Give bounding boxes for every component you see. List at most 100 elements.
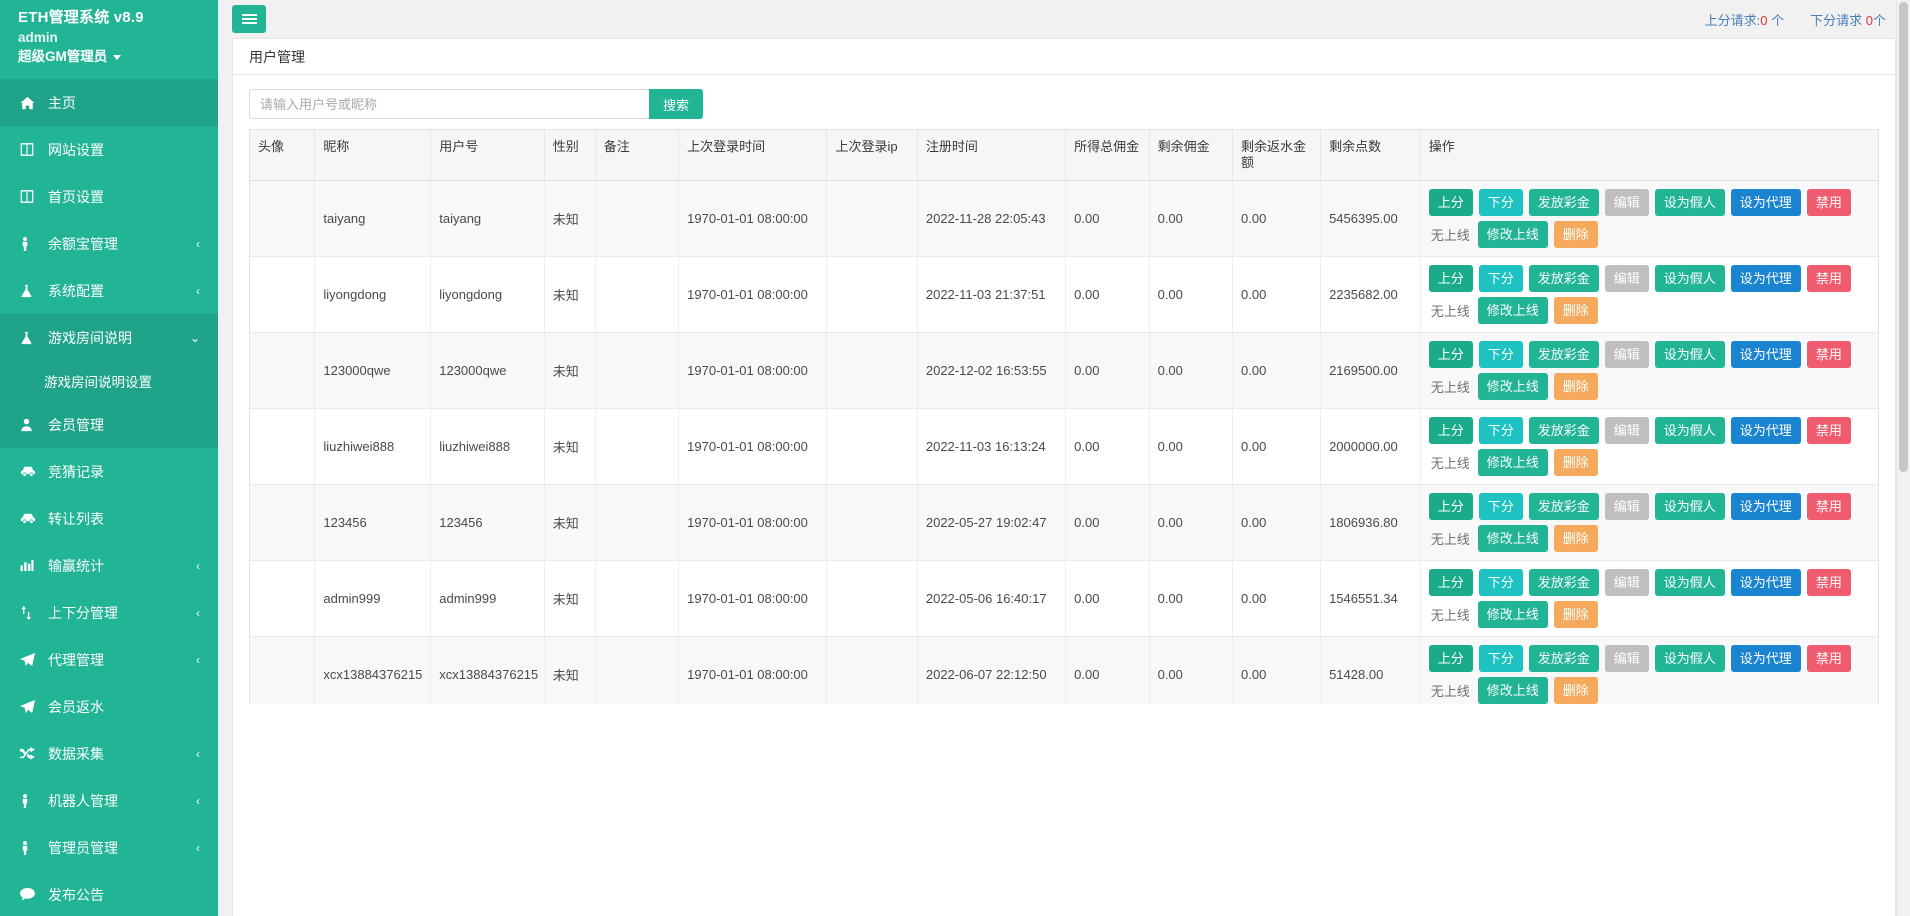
- action-button-5[interactable]: 设为代理: [1730, 341, 1801, 368]
- action-button-5[interactable]: 设为代理: [1730, 569, 1801, 596]
- action-button-0[interactable]: 上分: [1428, 265, 1473, 292]
- sidebar-item-site-settings[interactable]: 网站设置: [0, 126, 218, 173]
- action-button-0[interactable]: 上分: [1428, 493, 1473, 520]
- action-button-8[interactable]: 修改上线: [1477, 373, 1548, 400]
- action-button-8[interactable]: 修改上线: [1477, 221, 1548, 248]
- action-button-8[interactable]: 修改上线: [1477, 677, 1548, 704]
- sidebar-subitem-game-room-desc-settings[interactable]: 游戏房间说明设置: [0, 361, 218, 401]
- action-button-9[interactable]: 删除: [1553, 677, 1598, 704]
- cell-userid: 123000qwe: [430, 332, 545, 409]
- action-button-1[interactable]: 下分: [1478, 265, 1523, 292]
- sidebar-item-homepage-settings[interactable]: 首页设置: [0, 173, 218, 220]
- action-button-2[interactable]: 发放彩金: [1528, 189, 1599, 216]
- action-button-0[interactable]: 上分: [1428, 569, 1473, 596]
- sidebar-item-member-management[interactable]: 会员管理: [0, 401, 218, 448]
- action-button-2[interactable]: 发放彩金: [1528, 341, 1599, 368]
- action-button-2[interactable]: 发放彩金: [1528, 645, 1599, 672]
- action-button-4[interactable]: 设为假人: [1654, 265, 1725, 292]
- sidebar-item-game-room-desc[interactable]: 游戏房间说明 ⌄: [0, 314, 218, 361]
- action-button-5[interactable]: 设为代理: [1730, 265, 1801, 292]
- action-button-1[interactable]: 下分: [1478, 645, 1523, 672]
- action-button-1[interactable]: 下分: [1478, 569, 1523, 596]
- sidebar-item-agent-management[interactable]: 代理管理 ‹: [0, 636, 218, 683]
- cell-avatar: [250, 408, 316, 485]
- app-title: ETH管理系统 v8.9: [18, 9, 144, 26]
- action-button-8[interactable]: 修改上线: [1477, 449, 1548, 476]
- action-button-6[interactable]: 禁用: [1806, 417, 1851, 444]
- action-button-6[interactable]: 禁用: [1806, 493, 1851, 520]
- page-scrollbar[interactable]: [1896, 0, 1910, 916]
- table-row: taiyang taiyang 未知 1970-01-01 08:00:00 2022-…: [250, 180, 1878, 257]
- sidebar-item-admin-management[interactable]: 管理员管理 ‹: [0, 824, 218, 871]
- cell-remain-rebate: 0.00: [1232, 484, 1322, 561]
- action-button-4[interactable]: 设为假人: [1654, 569, 1725, 596]
- action-button-5[interactable]: 设为代理: [1730, 493, 1801, 520]
- menu-icon[interactable]: [232, 5, 266, 33]
- action-button-3[interactable]: 编辑: [1604, 645, 1649, 672]
- action-button-1[interactable]: 下分: [1478, 341, 1523, 368]
- action-button-3[interactable]: 编辑: [1604, 493, 1649, 520]
- sidebar-item-transfer-list[interactable]: 转让列表: [0, 495, 218, 542]
- action-button-4[interactable]: 设为假人: [1654, 189, 1725, 216]
- search-button[interactable]: 搜索: [649, 89, 704, 119]
- action-button-1[interactable]: 下分: [1478, 189, 1523, 216]
- action-button-0[interactable]: 上分: [1428, 645, 1473, 672]
- action-button-6[interactable]: 禁用: [1806, 189, 1851, 216]
- action-button-6[interactable]: 禁用: [1806, 569, 1851, 596]
- cell-last-login-time: 1970-01-01 08:00:00: [678, 560, 828, 637]
- action-button-2[interactable]: 发放彩金: [1528, 569, 1599, 596]
- cell-total-commission: 0.00: [1065, 560, 1150, 637]
- down-request-link[interactable]: 下分请求 0个: [1810, 10, 1886, 29]
- action-button-4[interactable]: 设为假人: [1654, 417, 1725, 444]
- action-button-5[interactable]: 设为代理: [1730, 645, 1801, 672]
- action-button-3[interactable]: 编辑: [1604, 417, 1649, 444]
- action-button-8[interactable]: 修改上线: [1477, 297, 1548, 324]
- action-button-3[interactable]: 编辑: [1604, 265, 1649, 292]
- sidebar-item-points-management[interactable]: 上下分管理 ‹: [0, 589, 218, 636]
- action-button-2[interactable]: 发放彩金: [1528, 265, 1599, 292]
- action-button-1[interactable]: 下分: [1478, 493, 1523, 520]
- action-button-6[interactable]: 禁用: [1806, 341, 1851, 368]
- action-button-9[interactable]: 删除: [1553, 297, 1598, 324]
- table-body: taiyang taiyang 未知 1970-01-01 08:00:00 2022-…: [250, 180, 1878, 704]
- action-button-1[interactable]: 下分: [1478, 417, 1523, 444]
- sidebar-item-label: 数据采集: [48, 745, 104, 762]
- action-button-3[interactable]: 编辑: [1604, 189, 1649, 216]
- action-button-9[interactable]: 删除: [1553, 601, 1598, 628]
- action-button-5[interactable]: 设为代理: [1730, 417, 1801, 444]
- chevron-left-icon: ‹: [196, 746, 200, 761]
- sidebar-item-robot-management[interactable]: 机器人管理 ‹: [0, 777, 218, 824]
- action-button-2[interactable]: 发放彩金: [1528, 493, 1599, 520]
- action-button-6[interactable]: 禁用: [1806, 265, 1851, 292]
- action-button-9[interactable]: 删除: [1553, 449, 1598, 476]
- action-button-2[interactable]: 发放彩金: [1528, 417, 1599, 444]
- sidebar-item-member-rebate[interactable]: 会员返水: [0, 683, 218, 730]
- scrollbar-thumb[interactable]: [1899, 2, 1908, 472]
- sidebar-item-home[interactable]: 主页: [0, 79, 218, 126]
- action-button-9[interactable]: 删除: [1553, 525, 1598, 552]
- search-input[interactable]: [249, 89, 649, 119]
- action-button-4[interactable]: 设为假人: [1654, 493, 1725, 520]
- action-button-0[interactable]: 上分: [1428, 417, 1473, 444]
- sidebar-item-yuebao[interactable]: 余额宝管理 ‹: [0, 220, 218, 267]
- action-button-3[interactable]: 编辑: [1604, 341, 1649, 368]
- action-button-4[interactable]: 设为假人: [1654, 341, 1725, 368]
- sidebar-item-guess-records[interactable]: 竞猜记录: [0, 448, 218, 495]
- action-button-3[interactable]: 编辑: [1604, 569, 1649, 596]
- up-request-link[interactable]: 上分请求:0 个: [1705, 10, 1784, 29]
- action-button-8[interactable]: 修改上线: [1477, 525, 1548, 552]
- current-user-role[interactable]: 超级GM管理员: [18, 47, 218, 67]
- action-button-0[interactable]: 上分: [1428, 341, 1473, 368]
- sidebar-item-publish-announcement[interactable]: 发布公告: [0, 871, 218, 916]
- action-button-9[interactable]: 删除: [1553, 373, 1598, 400]
- action-button-6[interactable]: 禁用: [1806, 645, 1851, 672]
- action-button-8[interactable]: 修改上线: [1477, 601, 1548, 628]
- action-button-0[interactable]: 上分: [1428, 189, 1473, 216]
- sidebar-item-system-config[interactable]: 系统配置 ‹: [0, 267, 218, 314]
- app-root: ETH管理系统 v8.9 admin 超级GM管理员 主页 网站设置 首页设置 …: [0, 0, 1910, 916]
- action-button-5[interactable]: 设为代理: [1730, 189, 1801, 216]
- sidebar-item-data-collection[interactable]: 数据采集 ‹: [0, 730, 218, 777]
- action-button-9[interactable]: 删除: [1553, 221, 1598, 248]
- action-button-4[interactable]: 设为假人: [1654, 645, 1725, 672]
- sidebar-item-win-loss-stats[interactable]: 输赢统计 ‹: [0, 542, 218, 589]
